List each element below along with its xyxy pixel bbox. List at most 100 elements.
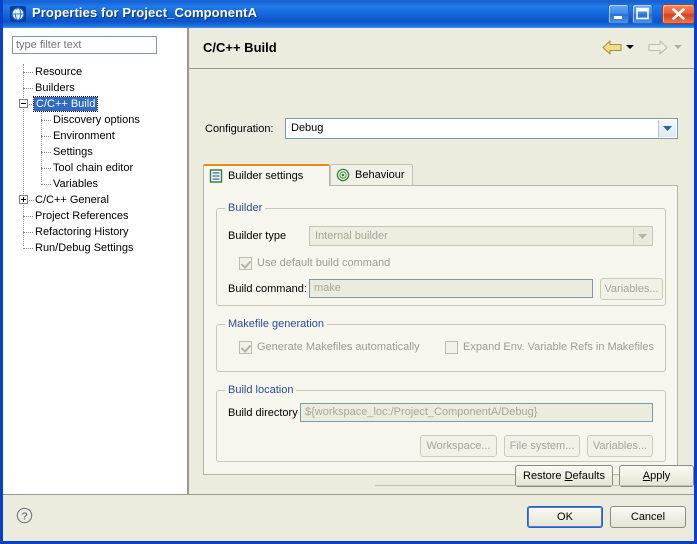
sidebar-item-refactoring-history[interactable]: Refactoring History [35,225,129,239]
properties-dialog: Properties for Project_ComponentA [0,0,697,544]
tree-guide-line [23,72,33,74]
back-arrow-icon[interactable] [602,39,622,59]
sidebar-item-cpp-build[interactable]: C/C++ Build [34,97,97,111]
tree-collapse-icon[interactable] [19,99,28,108]
sidebar-item-builders[interactable]: Builders [35,81,75,95]
apply-button[interactable]: Apply [619,465,694,487]
tree-item-row[interactable]: Discovery options [3,112,187,128]
sidebar-item-tool-chain-editor[interactable]: Tool chain editor [53,161,133,175]
tab-behaviour[interactable]: Behaviour [330,164,413,186]
close-button[interactable] [662,4,695,24]
tree-item-row[interactable]: C/C++ Build [3,96,187,112]
tree-guide-line [29,200,34,202]
builder-group: Builder Builder type Internal builder Us… [216,208,666,306]
tab-content-panel: Builder Builder type Internal builder Us… [203,185,678,475]
tree-guide-line [23,216,33,218]
behaviour-target-icon [336,168,350,182]
build-command-label: Build command: [228,283,307,295]
tab-behaviour-label: Behaviour [355,169,405,181]
use-default-build-command-label: Use default build command [257,257,390,269]
tree-guide-line [41,120,51,122]
makefile-generation-group: Makefile generation Generate Makefiles a… [216,324,666,372]
tab-bar: Builder settings Behaviour [203,164,678,186]
back-dropdown-icon[interactable] [626,45,634,49]
build-command-field: make [309,279,593,298]
file-system-button: File system... [504,435,580,457]
tree-item-row[interactable]: Run/Debug Settings [3,240,187,256]
chevron-down-icon[interactable] [658,120,676,137]
maximize-button[interactable] [632,4,653,24]
restore-defaults-button[interactable]: Restore Defaults [515,465,613,487]
tab-builder-settings[interactable]: Builder settings [203,164,330,186]
help-icon[interactable]: ? [16,507,33,524]
page-title: C/C++ Build [203,40,277,55]
use-default-build-command-checkbox [239,257,252,270]
build-command-variables-button: Variables... [600,278,663,300]
sidebar-item-run-debug-settings[interactable]: Run/Debug Settings [35,241,133,255]
sidebar-item-resource[interactable]: Resource [35,65,82,79]
tree-guide-line [41,168,51,170]
sidebar-item-cpp-general[interactable]: C/C++ General [35,193,109,207]
configuration-label: Configuration: [205,123,274,135]
settings-tree-panel: Resource Builders C/C++ Build Discovery … [3,28,188,494]
chevron-down-icon [633,228,651,245]
tree-item-row[interactable]: C/C++ General [3,192,187,208]
tree-guide-line [41,152,51,154]
cancel-button[interactable]: Cancel [610,506,686,528]
properties-globe-icon [10,6,26,22]
tree-guide-line [41,136,51,138]
forward-dropdown-icon [674,45,682,49]
generate-makefiles-label: Generate Makefiles automatically [257,341,420,353]
build-directory-label: Build directory [228,407,298,419]
ok-button[interactable]: OK [527,506,603,528]
tree-guide-line [23,88,33,90]
tree-item-row[interactable]: Project References [3,208,187,224]
window-title: Properties for Project_ComponentA [32,5,257,20]
forward-arrow-icon [648,39,668,59]
page-bottom-divider [375,485,697,486]
sidebar-item-environment[interactable]: Environment [53,129,115,143]
build-location-legend: Build location [225,384,296,396]
apply-label: Apply [643,470,671,482]
settings-page-panel: C/C++ Build Configuration: Debug [189,28,694,494]
window-titlebar[interactable]: Properties for Project_ComponentA [3,0,697,28]
minimize-button[interactable] [608,4,629,24]
tree-item-row[interactable]: Builders [3,80,187,96]
tree-item-row[interactable]: Variables [3,176,187,192]
filter-input[interactable] [12,36,157,54]
tree-item-row[interactable]: Tool chain editor [3,160,187,176]
builder-settings-icon [209,169,223,183]
tree-item-row[interactable]: Environment [3,128,187,144]
generate-makefiles-checkbox [239,341,252,354]
dialog-button-bar: ? OK Cancel [3,495,694,541]
tree-item-row[interactable]: Settings [3,144,187,160]
makefile-generation-legend: Makefile generation [225,318,327,330]
tree-item-row[interactable]: Refactoring History [3,224,187,240]
tree-item-row[interactable]: Resource [3,64,187,80]
configuration-combo[interactable]: Debug [285,118,678,139]
builder-type-combo: Internal builder [309,226,653,246]
expand-env-refs-checkbox [445,341,458,354]
svg-text:?: ? [22,510,28,522]
builder-group-legend: Builder [225,202,265,214]
tree-expand-icon[interactable] [19,195,28,204]
builder-type-label: Builder type [228,230,286,242]
builder-type-value: Internal builder [315,230,388,242]
restore-defaults-label: Restore Defaults [523,470,605,482]
expand-env-refs-label: Expand Env. Variable Refs in Makefiles [463,341,654,353]
settings-tree[interactable]: Resource Builders C/C++ Build Discovery … [3,64,187,484]
title-divider [189,68,694,69]
tree-guide-line [23,232,33,234]
configuration-value: Debug [291,122,323,134]
build-directory-field: ${workspace_loc:/Project_ComponentA/Debu… [300,403,653,422]
tree-guide-line [23,248,33,250]
build-location-group: Build location Build directory ${workspa… [216,390,666,462]
sidebar-item-discovery-options[interactable]: Discovery options [53,113,140,127]
sidebar-item-variables[interactable]: Variables [53,177,98,191]
sidebar-item-project-references[interactable]: Project References [35,209,129,223]
workspace-button: Workspace... [420,435,497,457]
tab-builder-settings-label: Builder settings [228,170,303,182]
sidebar-item-settings[interactable]: Settings [53,145,93,159]
build-location-variables-button: Variables... [587,435,653,457]
tree-guide-line [41,184,51,186]
